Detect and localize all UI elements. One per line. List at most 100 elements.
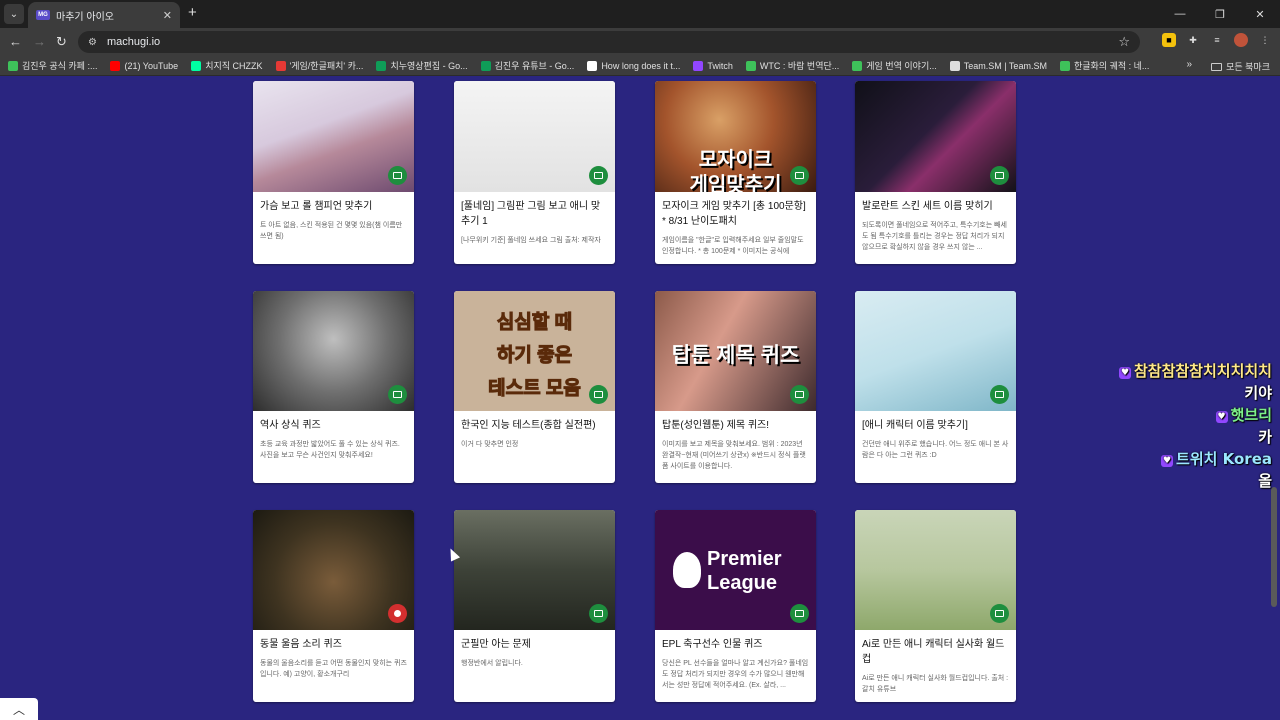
close-window-icon[interactable]: ✕	[1240, 0, 1280, 28]
quiz-thumbnail[interactable]	[454, 510, 615, 630]
quiz-thumbnail[interactable]: Premier League	[655, 510, 816, 630]
site-favicon-icon: MG	[36, 10, 50, 20]
image-icon	[990, 385, 1009, 404]
image-icon	[790, 604, 809, 623]
bookmark-item[interactable]: Twitch	[693, 60, 733, 71]
quiz-title[interactable]: 역사 상식 퀴즈	[260, 418, 407, 433]
subscriber-badge-icon: ♥	[1161, 455, 1174, 467]
active-tab[interactable]: MG 마추기 아이오 ✕	[28, 2, 180, 28]
quiz-thumbnail[interactable]	[454, 81, 615, 192]
bookmark-item[interactable]: 한글화의 궤적 : 네...	[1059, 59, 1149, 72]
quiz-card[interactable]: Premier League EPL 축구선수 인물 퀴즈당신은 PL 선수들을 얼…	[655, 510, 816, 702]
quiz-thumbnail[interactable]: 모자이크 게임맞추기	[655, 81, 816, 192]
reload-icon[interactable]: ↻	[56, 34, 67, 50]
image-icon	[589, 385, 608, 404]
back-icon[interactable]: ←	[9, 34, 22, 50]
puzzle-icon[interactable]: ✚	[1186, 33, 1200, 47]
chat-username-line: ♥ 햇브리	[1119, 404, 1272, 426]
forward-icon[interactable]: →	[33, 34, 46, 50]
bookmark-item[interactable]: 김진우 공식 카페 :...	[8, 59, 97, 72]
quiz-description: 초등 교육 과정만 밟았어도 풀 수 있는 상식 퀴즈. 사진을 보고 무슨 사…	[260, 441, 400, 459]
bookmark-favicon-icon	[191, 60, 202, 71]
quiz-card[interactable]: 동물 울음 소리 퀴즈 동물의 울음소리를 듣고 어떤 동물인지 맞히는 퀴즈입니…	[253, 510, 414, 702]
bookmark-favicon-icon	[852, 60, 863, 71]
extension-icon[interactable]: ■	[1162, 33, 1176, 47]
scroll-top-button[interactable]: ︿	[0, 698, 38, 720]
bookmark-item[interactable]: How long does it t...	[587, 60, 680, 71]
all-bookmarks-button[interactable]: 모든 북마크	[1211, 60, 1270, 73]
quiz-thumbnail[interactable]: 심심할 때 하기 좋은 테스트 모음	[454, 291, 615, 411]
bookmark-item[interactable]: 김진우 유튜브 - Go...	[480, 59, 575, 72]
restore-icon[interactable]: ❐	[1200, 0, 1240, 28]
quiz-thumbnail[interactable]	[253, 291, 414, 411]
site-info-icon[interactable]: ⚙	[88, 37, 97, 48]
quiz-card[interactable]: [풀네임] 그림판 그림 보고 애니 맞추기 1 [나무위키 기준] 풀네임 쓰세…	[454, 81, 615, 264]
league-logo-icon	[673, 552, 701, 588]
address-bar[interactable]: ⚙ machugi.io ☆	[78, 31, 1140, 53]
bookmark-item[interactable]: WTC : 바람 번역단...	[745, 59, 839, 72]
quiz-title[interactable]: 군필만 아는 문제	[461, 637, 608, 652]
quiz-description: 당신은 PL 선수들을 얼마나 알고 계신가요? 풀네임도 정답 처리가 되지만…	[662, 660, 809, 689]
quiz-description: 게임이름을 "한글"로 입력해주세요 일부 줄임말도 인정합니다. * 총 10…	[662, 237, 804, 255]
new-tab-button[interactable]: +	[188, 5, 197, 21]
quiz-title[interactable]: 가슴 보고 롤 챔피언 맞추기	[260, 199, 407, 214]
quiz-title[interactable]: [애니 캐릭터 이름 맞추기]	[862, 418, 1009, 433]
quiz-title[interactable]: 한국인 지능 테스트(종합 실전편)	[461, 418, 608, 433]
quiz-card[interactable]: 탑툰 제목 퀴즈 탑툰(성인웹툰) 제목 퀴즈! 이미지를 보고 제목을 맞춰보세요…	[655, 291, 816, 483]
quiz-thumbnail[interactable]	[855, 81, 1016, 192]
bookmark-star-icon[interactable]: ☆	[1118, 34, 1130, 50]
quiz-thumbnail[interactable]	[855, 291, 1016, 411]
quiz-card[interactable]: Ai로 만든 애니 캐릭터 실사화 월드컵 Ai로 만든 애니 캐릭터 실사화 월…	[855, 510, 1016, 702]
quiz-card[interactable]: [애니 캐릭터 이름 맞추기] 건던만 애니 위주로 했습니다. 어느 정도 애니…	[855, 291, 1016, 483]
quiz-description: 되도록이면 풀네임으로 적어주고, 특수기호는 빼세도 됨 특수기호를 틀리는 …	[862, 222, 1007, 251]
subscriber-badge-icon: ♥	[1215, 411, 1228, 423]
bookmark-label: 김진우 유튜브 - Go...	[494, 61, 575, 71]
quiz-description: [나무위키 기준] 풀네임 쓰세요 그림 출처: 제작자	[461, 237, 601, 244]
bookmark-favicon-icon	[275, 60, 286, 71]
media-control-icon[interactable]: ≡	[1210, 33, 1224, 47]
play-icon	[388, 604, 407, 623]
quiz-thumbnail[interactable]	[253, 81, 414, 192]
bookmark-label: (21) YouTube	[124, 60, 179, 71]
quiz-card[interactable]: 역사 상식 퀴즈초등 교육 과정만 밟았어도 풀 수 있는 상식 퀴즈. 사진을…	[253, 291, 414, 483]
quiz-thumbnail[interactable]: 탑툰 제목 퀴즈	[655, 291, 816, 411]
bookmark-item[interactable]: 게임 번역 이야기...	[852, 59, 937, 72]
quiz-title[interactable]: Ai로 만든 애니 캐릭터 실사화 월드컵	[862, 637, 1009, 667]
quiz-description: 행정반에서 알립니다.	[461, 660, 523, 667]
quiz-card[interactable]: 가슴 보고 롤 챔피언 맞추기 트 아트 없음, 스킨 적용된 건 몇몇 있음(챔…	[253, 81, 414, 264]
quiz-title[interactable]: 모자이크 게임 맞추기 [총 100문항] * 8/31 난이도패치	[662, 199, 809, 229]
window-controls: — ❐ ✕	[1160, 0, 1280, 28]
quiz-title[interactable]: 탑툰(성인웹툰) 제목 퀴즈!	[662, 418, 809, 433]
bookmark-favicon-icon	[1059, 60, 1070, 71]
tab-close-icon[interactable]: ✕	[163, 9, 172, 22]
quiz-card[interactable]: 발로란트 스킨 세트 이름 맞히기되도록이면 풀네임으로 적어주고, 특수기호는…	[855, 81, 1016, 264]
quiz-card[interactable]: 심심할 때 하기 좋은 테스트 모음 한국인 지능 테스트(종합 실전편) 이거 다 맞…	[454, 291, 615, 483]
quiz-title[interactable]: [풀네임] 그림판 그림 보고 애니 맞추기 1	[461, 199, 608, 229]
tab-search-icon[interactable]: ⌄	[4, 4, 24, 24]
quiz-title[interactable]: 동물 울음 소리 퀴즈	[260, 637, 407, 652]
quiz-title[interactable]: EPL 축구선수 인물 퀴즈	[662, 637, 809, 652]
chat-username-line: ♥ 트위치 Korea	[1119, 448, 1272, 470]
image-icon	[388, 385, 407, 404]
bookmarks-overflow-icon[interactable]: »	[1186, 59, 1192, 70]
bookmark-item[interactable]: '게임/한글패치' 카...	[275, 59, 363, 72]
quiz-card[interactable]: 군필만 아는 문제행정반에서 알립니다.	[454, 510, 615, 702]
quiz-thumbnail[interactable]	[253, 510, 414, 630]
minimize-icon[interactable]: —	[1160, 0, 1200, 28]
chat-message: 키야	[1244, 384, 1272, 402]
chat-username-line: ♥ 참참참참참치치치치치	[1118, 360, 1272, 382]
bookmark-item[interactable]: 치누영상편집 - Go...	[376, 59, 468, 72]
bookmark-item[interactable]: 치지직 CHZZK	[191, 59, 263, 72]
profile-avatar[interactable]	[1234, 33, 1248, 47]
quiz-card[interactable]: 모자이크 게임맞추기모자이크 게임 맞추기 [총 100문항] * 8/31 난이…	[655, 81, 816, 264]
bookmark-favicon-icon	[8, 60, 18, 71]
menu-icon[interactable]: ⋮	[1258, 33, 1272, 47]
bookmark-item[interactable]: Team.SM | Team.SM	[949, 60, 1047, 71]
bookmark-label: 게임 번역 이야기...	[866, 61, 937, 71]
scroll-thumb[interactable]	[1271, 487, 1277, 607]
bookmark-item[interactable]: (21) YouTube	[110, 60, 179, 71]
quiz-title[interactable]: 발로란트 스킨 세트 이름 맞히기	[862, 199, 1009, 214]
quiz-thumbnail[interactable]	[855, 510, 1016, 630]
chat-username: 참참참참참치치치치치	[1133, 362, 1272, 380]
url-text[interactable]: machugi.io	[107, 36, 1108, 48]
